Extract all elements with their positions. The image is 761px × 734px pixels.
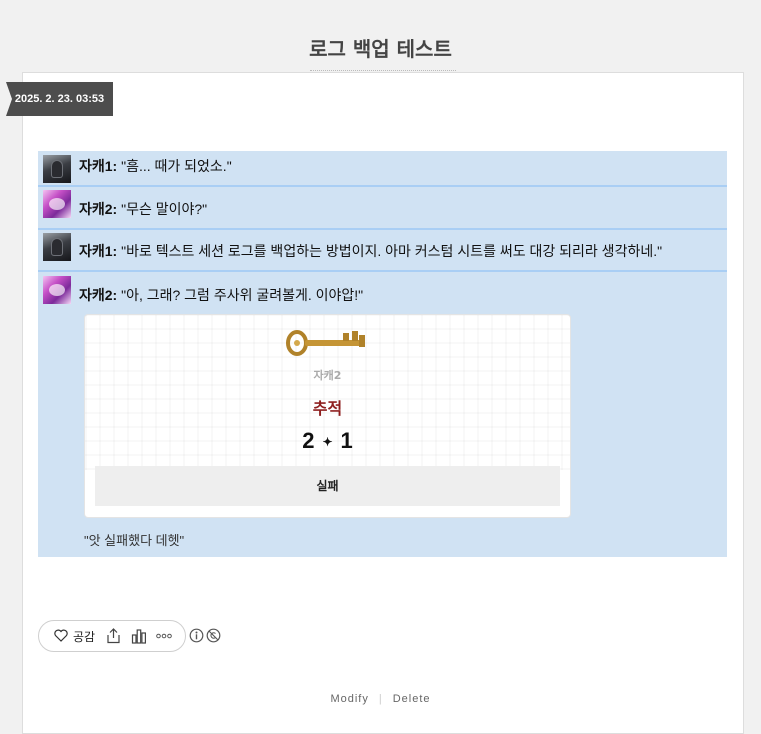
dice-roll-card: 자캐2 추적 2 ✦ 1 실패	[84, 314, 571, 518]
page-title: 로그 백업 테스트	[309, 37, 452, 61]
heart-icon[interactable]	[54, 629, 68, 642]
like-label[interactable]: 공감	[73, 628, 95, 645]
chat-message: 자캐2: "무슨 말이야?"	[38, 187, 727, 228]
modify-link[interactable]: Modify	[330, 693, 368, 705]
delete-link[interactable]: Delete	[393, 693, 431, 705]
key-icon	[286, 330, 365, 356]
dice-roll-value: 1	[340, 428, 353, 453]
speaker-name: 자캐2:	[79, 287, 118, 303]
no-copy-icon[interactable]	[206, 628, 221, 643]
chat-message: 자캐1: "흠... 때가 되었소."	[38, 151, 727, 185]
message-body: "흠... 때가 되었소."	[121, 158, 232, 174]
dice-user: 자캐2	[313, 369, 342, 382]
message-text: 자캐1: "흠... 때가 되었소."	[79, 156, 232, 176]
like-share-bar: 공감	[38, 620, 186, 652]
message-body: "아, 그래? 그럼 주사위 굴려볼게. 이야압!"	[121, 287, 364, 303]
date-tag: 2025. 2. 23. 03:53	[6, 82, 113, 116]
message-body: "바로 텍스트 세션 로그를 백업하는 방법이지. 아마 커스텀 시트를 써도 …	[121, 243, 663, 259]
share-icon[interactable]	[106, 628, 121, 644]
message-text: 자캐2: "무슨 말이야?"	[79, 199, 207, 219]
chat-log: 자캐1: "흠... 때가 되었소." 자캐2: "무슨 말이야?" 자캐1: …	[38, 151, 727, 557]
message-body: "무슨 말이야?"	[121, 201, 208, 217]
avatar-character-2	[43, 190, 71, 218]
footer-separator: |	[378, 693, 383, 705]
chat-message: 자캐2: "아, 그래? 그럼 주사위 굴려볼게. 이야압!" 자캐2 추적 2…	[38, 272, 727, 557]
more-icon[interactable]	[156, 633, 172, 639]
avatar-character-1	[43, 155, 71, 183]
speaker-name: 자캐2:	[79, 201, 118, 217]
message-text: 자캐1: "바로 텍스트 세션 로그를 백업하는 방법이지. 아마 커스텀 시트…	[79, 241, 662, 261]
dice-separator-icon: ✦	[322, 435, 333, 450]
footer-links: Modify | Delete	[0, 693, 761, 705]
stats-icon[interactable]	[131, 628, 147, 644]
message-text: 자캐2: "아, 그래? 그럼 주사위 굴려볼게. 이야압!"	[79, 285, 363, 305]
info-icon[interactable]	[189, 628, 204, 643]
avatar-character-1	[43, 233, 71, 261]
title-underline	[310, 70, 456, 71]
dice-target-value: 2	[302, 428, 315, 453]
chat-message: 자캐1: "바로 텍스트 세션 로그를 백업하는 방법이지. 아마 커스텀 시트…	[38, 230, 727, 270]
speaker-name: 자캐1:	[79, 158, 118, 174]
speaker-name: 자캐1:	[79, 243, 118, 259]
dice-result: 2 ✦ 1	[85, 428, 570, 454]
dice-skill: 추적	[312, 399, 343, 418]
dice-outcome: 실패	[95, 466, 560, 506]
followup-message: "앗 실패했다 데헷"	[84, 533, 185, 548]
avatar-character-2	[43, 276, 71, 304]
